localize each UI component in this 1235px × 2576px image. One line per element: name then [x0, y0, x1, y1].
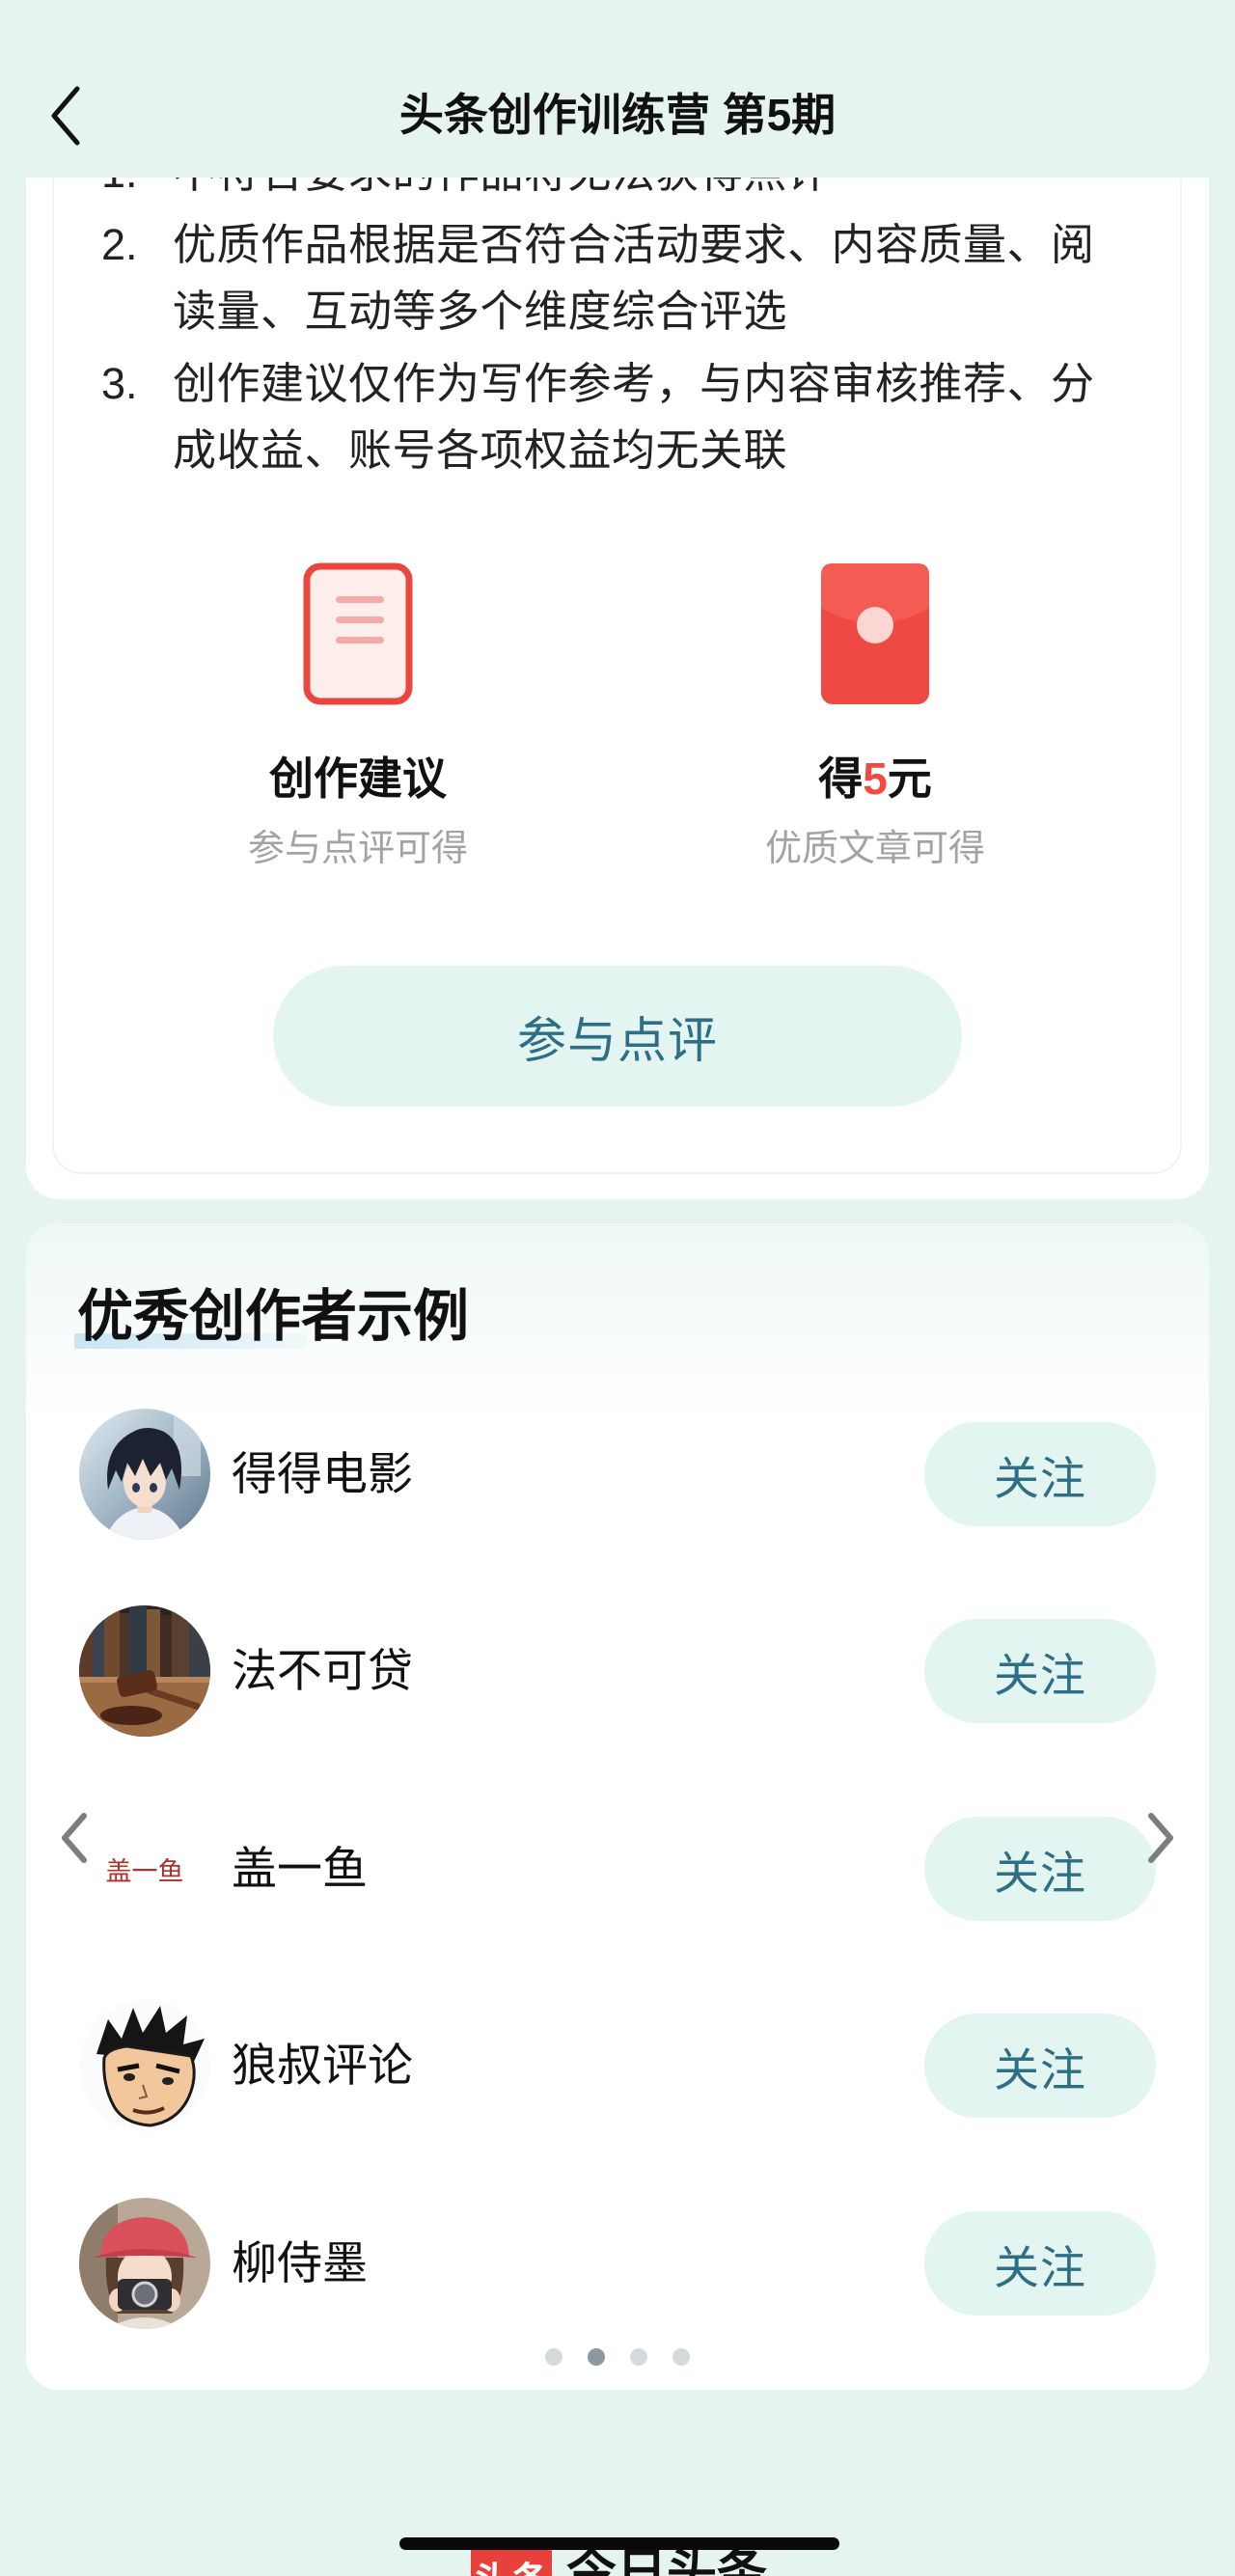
- carousel-next-button[interactable]: [1143, 1810, 1178, 1866]
- example-creators-card: 优秀创作者示例 得得电影 关注 法不可贷 关注 盖一鱼 盖一鱼 关注 狼叔评论 …: [26, 1223, 1209, 2390]
- creator-avatar[interactable]: 盖一鱼: [79, 1803, 210, 1934]
- home-indicator[interactable]: [399, 2537, 839, 2550]
- activity-info-card: 1. 不符合要求的作品将无法获得点评 2. 优质作品根据是否符合活动要求、内容质…: [26, 0, 1209, 1199]
- reward-title-suffix: 元: [887, 754, 932, 804]
- follow-label: 关注: [994, 1649, 1086, 1701]
- creator-row: 得得电影 关注: [26, 1409, 1209, 1540]
- chevron-right-icon: [1148, 1813, 1173, 1863]
- red-envelope-icon: [819, 562, 931, 706]
- creator-row: 盖一鱼 盖一鱼 关注: [26, 1803, 1209, 1934]
- reward-title-prefix: 得: [818, 754, 864, 804]
- follow-button[interactable]: 关注: [924, 1619, 1156, 1723]
- pagination-dot: [545, 2348, 563, 2366]
- follow-button[interactable]: 关注: [924, 2211, 1156, 2316]
- follow-label: 关注: [994, 2043, 1086, 2096]
- top-nav-bar: 头条创作训练营 第5期: [0, 0, 1235, 178]
- rule-line: 优质作品根据是否符合活动要求、内容质量、阅: [173, 220, 1095, 269]
- creator-name[interactable]: 柳侍墨: [232, 2198, 368, 2329]
- reward-writing-suggestion: 创作建议 参与点评可得: [165, 562, 551, 880]
- follow-button[interactable]: 关注: [924, 2014, 1156, 2118]
- reward-amount: 5: [863, 754, 888, 804]
- rule-text: 创作建议仅作为写作参考，与内容审核推荐、分 成收益、账号各项权益均无关联: [173, 350, 1095, 483]
- reward-subtitle: 参与点评可得: [247, 829, 468, 869]
- rules-list: 1. 不符合要求的作品将无法获得点评 2. 优质作品根据是否符合活动要求、内容质…: [101, 139, 1095, 489]
- chevron-left-icon: [51, 86, 80, 146]
- document-icon: [302, 562, 414, 706]
- rule-line: 创作建议仅作为写作参考，与内容审核推荐、分: [173, 359, 1095, 408]
- pagination-dot: [672, 2348, 690, 2366]
- reward-title: 创作建议: [269, 754, 447, 804]
- follow-label: 关注: [994, 2241, 1086, 2293]
- avatar-logo-text: 盖一鱼: [105, 1856, 184, 1886]
- section-title: 优秀创作者示例: [77, 1285, 470, 1348]
- creator-row: 柳侍墨 关注: [26, 2198, 1209, 2329]
- rule-number: 2.: [101, 220, 138, 269]
- rule-text: 优质作品根据是否符合活动要求、内容质量、阅 读量、互动等多个维度综合评选: [173, 211, 1095, 344]
- carousel-pagination: [26, 2348, 1209, 2366]
- rule-line: 读量、互动等多个维度综合评选: [173, 287, 788, 336]
- creator-row: 狼叔评论 关注: [26, 2000, 1209, 2131]
- creator-avatar[interactable]: [79, 2000, 210, 2131]
- carousel-prev-button[interactable]: [57, 1810, 92, 1866]
- reward-subtitle: 优质文章可得: [764, 829, 985, 869]
- follow-label: 关注: [994, 1452, 1086, 1504]
- rule-item: 2. 优质作品根据是否符合活动要求、内容质量、阅 读量、互动等多个维度综合评选: [101, 211, 1095, 344]
- follow-button[interactable]: 关注: [924, 1422, 1156, 1526]
- chevron-left-icon: [62, 1813, 87, 1863]
- creator-name[interactable]: 得得电影: [232, 1409, 413, 1540]
- creator-name[interactable]: 狼叔评论: [232, 2000, 413, 2131]
- back-button[interactable]: [42, 81, 93, 151]
- creator-row: 法不可贷 关注: [26, 1605, 1209, 1737]
- creator-name[interactable]: 盖一鱼: [232, 1803, 368, 1934]
- pagination-dot: [630, 2348, 647, 2366]
- creator-avatar[interactable]: [79, 1605, 210, 1737]
- creator-avatar[interactable]: [79, 2198, 210, 2329]
- follow-label: 关注: [994, 1847, 1086, 1899]
- join-review-button[interactable]: 参与点评: [273, 966, 962, 1107]
- follow-button[interactable]: 关注: [924, 1817, 1156, 1921]
- rule-item: 3. 创作建议仅作为写作参考，与内容审核推荐、分 成收益、账号各项权益均无关联: [101, 350, 1095, 483]
- join-review-label: 参与点评: [516, 1013, 718, 1068]
- pagination-dot-active: [588, 2348, 605, 2366]
- creator-avatar[interactable]: [79, 1409, 210, 1540]
- reward-cash: 得5元 优质文章可得: [682, 562, 1068, 880]
- creator-name[interactable]: 法不可贷: [232, 1605, 413, 1737]
- reward-title: 得5元: [682, 752, 1068, 806]
- page-title: 头条创作训练营 第5期: [398, 90, 837, 140]
- rule-number: 3.: [101, 359, 138, 408]
- rule-line: 成收益、账号各项权益均无关联: [173, 425, 788, 475]
